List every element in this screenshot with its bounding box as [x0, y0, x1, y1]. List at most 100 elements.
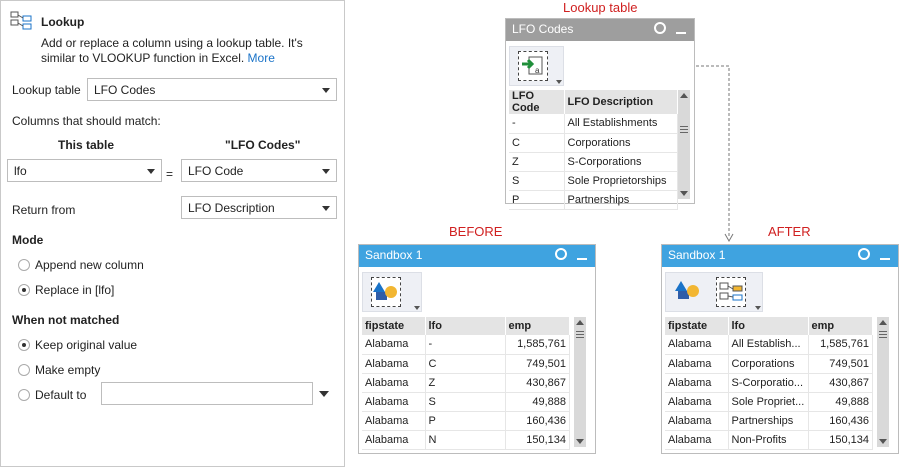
- after-sandbox-window: Sandbox 1 fipstate lfo emp Alabama All Es…: [661, 244, 899, 454]
- table-cell: -: [509, 114, 565, 134]
- return-from-select[interactable]: LFO Description: [181, 196, 337, 219]
- table-cell: S: [509, 171, 565, 191]
- columns-match-label: Columns that should match:: [12, 114, 161, 128]
- table-row: Alabama Partnerships 160,436: [665, 411, 873, 431]
- scroll-grip[interactable]: [576, 331, 584, 332]
- column-header[interactable]: LFO Description: [564, 90, 678, 114]
- table-cell: P: [425, 411, 506, 431]
- table-cell: Z: [425, 373, 506, 393]
- scroll-down-icon[interactable]: [879, 439, 887, 444]
- chevron-down-icon[interactable]: [755, 306, 761, 310]
- make-empty-label[interactable]: Make empty: [35, 363, 100, 377]
- connector-arrow: [696, 65, 734, 243]
- shapes-icon[interactable]: [674, 277, 704, 307]
- before-caption: BEFORE: [449, 224, 503, 239]
- table-cell: Alabama: [665, 373, 729, 393]
- default-to-radio[interactable]: [18, 389, 30, 401]
- table-cell: 150,134: [505, 430, 570, 450]
- vertical-scrollbar[interactable]: [574, 317, 586, 447]
- vertical-scrollbar[interactable]: [877, 317, 889, 447]
- after-titlebar: Sandbox 1: [662, 245, 898, 267]
- return-from-value: LFO Description: [188, 201, 275, 215]
- table-row: Alabama P 160,436: [362, 411, 570, 431]
- table-cell: C: [425, 354, 506, 374]
- minimize-icon[interactable]: [676, 32, 686, 34]
- column-header[interactable]: lfo: [728, 317, 809, 335]
- column-header[interactable]: fipstate: [362, 317, 426, 335]
- after-data-grid: fipstate lfo emp Alabama All Establish...…: [665, 317, 873, 450]
- column-header[interactable]: fipstate: [665, 317, 729, 335]
- column-header[interactable]: LFO Code: [509, 90, 565, 114]
- tool-bar: [665, 272, 763, 312]
- keep-original-radio[interactable]: [18, 339, 30, 351]
- keep-original-label[interactable]: Keep original value: [35, 338, 137, 352]
- table-cell: C: [509, 133, 565, 153]
- scroll-down-icon[interactable]: [680, 191, 688, 196]
- before-titlebar: Sandbox 1: [359, 245, 595, 267]
- table-cell: 160,436: [505, 411, 570, 431]
- lookup-icon[interactable]: [716, 277, 746, 307]
- table-cell: Corporations: [564, 133, 678, 153]
- table-cell: Alabama: [362, 335, 426, 355]
- table-cell: All Establish...: [728, 335, 809, 355]
- table-cell: 1,585,761: [505, 335, 570, 355]
- scroll-down-icon[interactable]: [576, 439, 584, 444]
- not-matched-header: When not matched: [12, 313, 120, 327]
- column-header[interactable]: emp: [505, 317, 570, 335]
- minimize-icon[interactable]: [577, 258, 587, 260]
- column-header[interactable]: emp: [808, 317, 873, 335]
- scroll-grip[interactable]: [879, 331, 887, 332]
- chevron-down-icon[interactable]: [414, 306, 420, 310]
- chevron-down-icon[interactable]: [556, 80, 562, 84]
- other-column-select[interactable]: LFO Code: [181, 159, 337, 182]
- scroll-up-icon[interactable]: [879, 320, 887, 325]
- append-new-column-label[interactable]: Append new column: [35, 258, 144, 272]
- append-new-column-radio[interactable]: [18, 259, 30, 271]
- vertical-scrollbar[interactable]: [678, 90, 690, 199]
- table-cell: S: [425, 392, 506, 412]
- make-empty-radio[interactable]: [18, 364, 30, 376]
- table-row: Alabama -1,585,761: [362, 335, 570, 355]
- chevron-down-icon: [322, 206, 330, 211]
- replace-in-lfo-radio[interactable]: [18, 284, 30, 296]
- scroll-up-icon[interactable]: [680, 93, 688, 98]
- table-row: C Corporations: [509, 133, 678, 153]
- scroll-grip[interactable]: [680, 126, 688, 127]
- search-icon[interactable]: [654, 22, 666, 34]
- replace-in-lfo-label[interactable]: Replace in [lfo]: [35, 283, 114, 297]
- table-cell: 430,867: [505, 373, 570, 393]
- this-column-select[interactable]: lfo: [7, 159, 162, 182]
- chevron-down-icon: [147, 169, 155, 174]
- table-cell: Sole Proprietorships: [564, 171, 678, 191]
- table-cell: P: [509, 190, 565, 210]
- before-sandbox-window: Sandbox 1 fipstate lfo emp Alabama -1,585…: [358, 244, 596, 454]
- chevron-down-icon[interactable]: [319, 391, 329, 397]
- default-value-input[interactable]: [101, 382, 313, 405]
- other-column-value: LFO Code: [188, 164, 244, 178]
- table-cell: -: [425, 335, 506, 355]
- tool-bar: [362, 272, 422, 312]
- search-icon[interactable]: [555, 248, 567, 260]
- lookup-settings-panel: Lookup Add or replace a column using a l…: [0, 0, 345, 467]
- before-data-grid: fipstate lfo emp Alabama -1,585,761 Alaba…: [362, 317, 570, 450]
- scroll-up-icon[interactable]: [576, 320, 584, 325]
- table-cell: N: [425, 430, 506, 450]
- table-cell: Partnerships: [728, 411, 809, 431]
- default-to-label[interactable]: Default to: [35, 388, 86, 402]
- table-row: S Sole Proprietorships: [509, 171, 678, 191]
- this-table-header: This table: [58, 138, 115, 152]
- more-link[interactable]: More: [248, 51, 275, 65]
- search-icon[interactable]: [858, 248, 870, 260]
- table-cell: Alabama: [665, 354, 729, 374]
- mode-header: Mode: [12, 233, 44, 247]
- table-row: Alabama S-Corporatio... 430,867: [665, 373, 873, 393]
- shapes-icon[interactable]: [371, 277, 401, 307]
- table-cell: Sole Propriet...: [728, 392, 809, 412]
- table-row: Alabama Z 430,867: [362, 373, 570, 393]
- column-header[interactable]: lfo: [425, 317, 506, 335]
- lookup-table-select[interactable]: LFO Codes: [87, 78, 337, 101]
- import-file-icon[interactable]: a: [518, 51, 548, 81]
- table-row: Z S-Corporations: [509, 152, 678, 172]
- table-cell: 749,501: [808, 354, 873, 374]
- minimize-icon[interactable]: [880, 258, 890, 260]
